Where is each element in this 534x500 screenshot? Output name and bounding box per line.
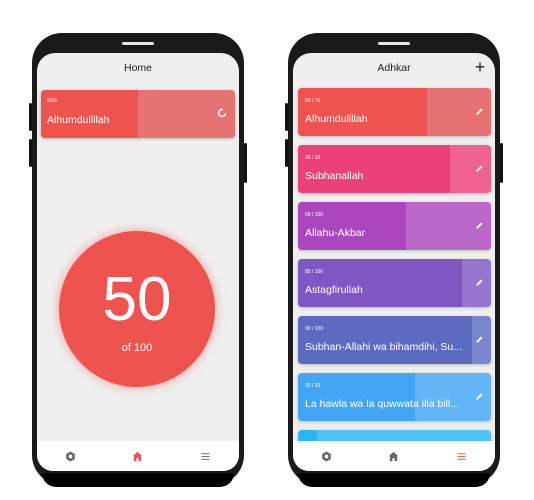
page-title: Adhkar [377, 62, 411, 74]
settings-icon [321, 451, 332, 462]
progress-percent: 50% [47, 98, 58, 104]
volume-button [29, 103, 32, 131]
progress-fill [298, 145, 451, 193]
nav-settings-tab[interactable] [312, 445, 342, 467]
phone-home: Home 50% Alhumdulillah 50 of 100 [29, 33, 247, 487]
volume-button [29, 139, 32, 167]
volume-button [285, 139, 288, 167]
progress-fill [298, 373, 415, 421]
dhikr-progress-label: 20 / 33 [305, 383, 321, 389]
edit-icon[interactable] [475, 164, 484, 173]
volume-button [285, 103, 288, 131]
dhikr-card[interactable]: 26 / 33 Subhanallah [298, 145, 491, 193]
bottom-nav [37, 441, 239, 471]
dhikr-title: Astagfirullah [305, 284, 363, 296]
edit-icon[interactable] [475, 107, 484, 116]
dhikr-card[interactable]: 56 / 100 Allahu-Akbar [298, 202, 491, 250]
nav-list-tab[interactable] [446, 445, 476, 467]
dhikr-title: Alhumdulillah [47, 114, 110, 126]
dhikr-title: Allahu-Akbar [305, 227, 366, 239]
dhikr-progress-label: 90 / 100 [305, 326, 324, 332]
dhikr-card[interactable]: 50 / 75 Alhumdulillah [298, 88, 491, 136]
progress-fill [298, 88, 427, 136]
list-icon [456, 451, 467, 462]
dhikr-title: La hawla wa la quwwata illa bill... [305, 398, 460, 410]
edit-icon[interactable] [475, 392, 484, 401]
adhkar-screen: Adhkar + 50 / 75 Alhumdulillah 26 / 33 Subh… [293, 53, 495, 471]
home-icon [388, 451, 399, 462]
nav-home-tab[interactable] [123, 445, 153, 467]
add-dhikr-button[interactable]: + [471, 57, 489, 77]
home-screen: Home 50% Alhumdulillah 50 of 100 [37, 53, 239, 471]
counter-button[interactable]: 50 of 100 [59, 231, 215, 387]
nav-list-tab[interactable] [190, 445, 220, 467]
bottom-nav [293, 441, 495, 471]
nav-settings-tab[interactable] [56, 445, 86, 467]
dhikr-title: Subhanallah [305, 170, 364, 182]
dhikr-progress-label: 56 / 100 [305, 212, 324, 218]
progress-fill [298, 202, 407, 250]
dhikr-card[interactable]: 20 / 33 La hawla wa la quwwata illa bill.… [298, 373, 491, 421]
phone-adhkar: Adhkar + 50 / 75 Alhumdulillah 26 / 33 Subh… [285, 33, 503, 487]
reset-icon[interactable] [217, 108, 227, 118]
power-button [500, 143, 503, 183]
dhikr-progress-label: 26 / 33 [305, 155, 321, 161]
settings-icon [65, 451, 76, 462]
dhikr-progress-label: 50 / 75 [305, 98, 321, 104]
edit-icon[interactable] [475, 278, 484, 287]
current-dhikr-card[interactable]: 50% Alhumdulillah [41, 90, 235, 138]
edit-icon[interactable] [475, 221, 484, 230]
home-icon [132, 451, 143, 462]
count-value: 50 [102, 265, 172, 334]
power-button [244, 143, 247, 183]
dhikr-card[interactable]: 85 / 100 Astagfirullah [298, 259, 491, 307]
progress-fill [298, 316, 472, 364]
edit-icon[interactable] [475, 335, 484, 344]
list-icon [200, 451, 211, 462]
page-title: Home [123, 62, 152, 74]
count-target: of 100 [121, 342, 153, 354]
speaker [378, 42, 410, 45]
speaker [122, 42, 154, 45]
dhikr-title: Alhumdulillah [305, 113, 368, 125]
nav-home-tab[interactable] [379, 445, 409, 467]
dhikr-title: Subhan-Allahi wa bihamdihi, Su... [305, 341, 463, 353]
dhikr-card[interactable]: 90 / 100 Subhan-Allahi wa bihamdihi, Su..… [298, 316, 491, 364]
progress-fill [298, 259, 463, 307]
dhikr-progress-label: 85 / 100 [305, 269, 324, 275]
